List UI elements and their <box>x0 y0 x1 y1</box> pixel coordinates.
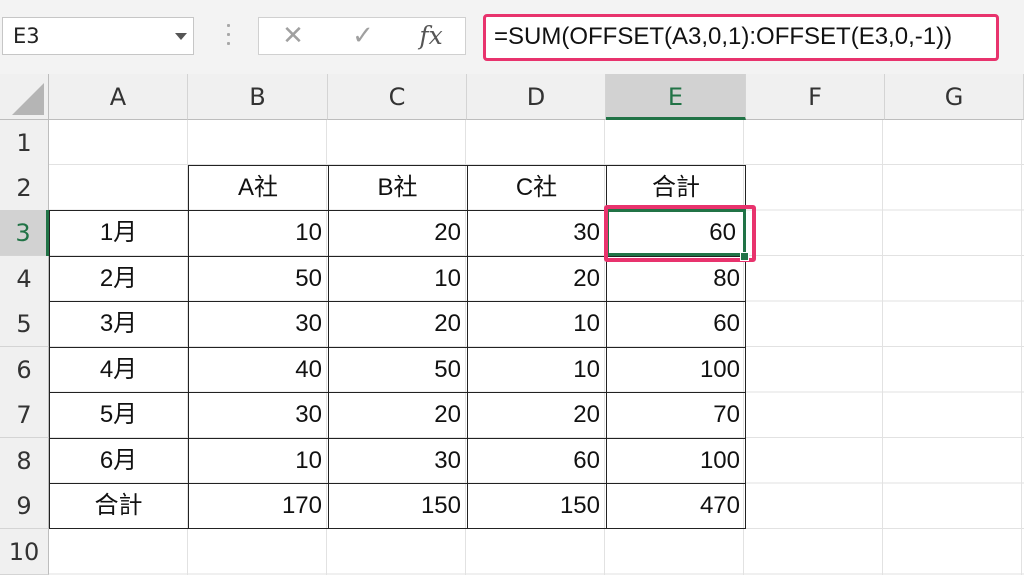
cell-c8[interactable]: 30 <box>328 438 467 483</box>
row-header-7[interactable]: 7 <box>0 392 49 438</box>
cell-c7[interactable]: 20 <box>328 392 467 437</box>
drag-handle-icon[interactable] <box>227 24 231 48</box>
row-header-3[interactable]: 3 <box>0 210 49 256</box>
cell-a8[interactable]: 6月 <box>49 438 188 483</box>
formula-text: =SUM(OFFSET(A3,0,1):OFFSET(E3,0,-1)) <box>494 23 953 50</box>
cell-d9[interactable]: 150 <box>467 483 606 528</box>
cell-c5[interactable]: 20 <box>328 301 467 346</box>
cell-c6[interactable]: 50 <box>328 347 467 392</box>
cell-e7[interactable]: 70 <box>606 392 746 437</box>
cell-e5[interactable]: 60 <box>606 301 746 346</box>
row-header-9[interactable]: 9 <box>0 483 49 529</box>
cell-d3[interactable]: 30 <box>467 210 606 255</box>
select-all-button[interactable] <box>0 74 49 120</box>
formula-buttons: ✕ ✓ fx <box>258 17 466 55</box>
cell-e2[interactable]: 合計 <box>606 165 746 210</box>
cell-d6[interactable]: 10 <box>467 347 606 392</box>
cell-b4[interactable]: 50 <box>188 256 328 301</box>
column-header-f[interactable]: F <box>746 74 885 120</box>
row-header-1[interactable]: 1 <box>0 120 49 166</box>
cell-a6[interactable]: 4月 <box>49 347 188 392</box>
row-header-5[interactable]: 5 <box>0 301 49 347</box>
column-header-g[interactable]: G <box>885 74 1024 120</box>
row-header-10[interactable]: 10 <box>0 529 49 575</box>
cell-b6[interactable]: 40 <box>188 347 328 392</box>
row-header-6[interactable]: 6 <box>0 347 49 393</box>
cell-d8[interactable]: 60 <box>467 438 606 483</box>
formula-input[interactable]: =SUM(OFFSET(A3,0,1):OFFSET(E3,0,-1)) <box>483 14 999 61</box>
cancel-icon[interactable]: ✕ <box>273 21 313 51</box>
cell-c3[interactable]: 20 <box>328 210 467 255</box>
enter-icon[interactable]: ✓ <box>343 21 383 51</box>
cell-c4[interactable]: 10 <box>328 256 467 301</box>
column-header-c[interactable]: C <box>328 74 467 120</box>
cell-b7[interactable]: 30 <box>188 392 328 437</box>
highlight-box <box>604 205 756 262</box>
cell-a3[interactable]: 1月 <box>49 210 188 255</box>
column-header-e[interactable]: E <box>606 74 746 120</box>
cell-d5[interactable]: 10 <box>467 301 606 346</box>
cell-b5[interactable]: 30 <box>188 301 328 346</box>
insert-function-button[interactable]: fx <box>411 21 451 51</box>
cell-a7[interactable]: 5月 <box>49 392 188 437</box>
cell-a5[interactable]: 3月 <box>49 301 188 346</box>
row-selection-indicator <box>46 210 49 256</box>
column-header-a[interactable]: A <box>49 74 188 120</box>
row-header-8[interactable]: 8 <box>0 438 49 484</box>
name-box-value: E3 <box>13 24 40 48</box>
cell-c9[interactable]: 150 <box>328 483 467 528</box>
formula-bar-area: E3 ✕ ✓ fx =SUM(OFFSET(A3,0,1):OFFSET(E3,… <box>0 0 1024 80</box>
name-box[interactable]: E3 <box>2 17 194 55</box>
cell-b3[interactable]: 10 <box>188 210 328 255</box>
cell-d4[interactable]: 20 <box>467 256 606 301</box>
column-header-d[interactable]: D <box>467 74 606 120</box>
cell-b9[interactable]: 170 <box>188 483 328 528</box>
chevron-down-icon[interactable] <box>175 33 187 40</box>
cell-a4[interactable]: 2月 <box>49 256 188 301</box>
cell-b8[interactable]: 10 <box>188 438 328 483</box>
cell-b2[interactable]: A社 <box>188 165 328 210</box>
cell-e6[interactable]: 100 <box>606 347 746 392</box>
fill-handle[interactable] <box>740 252 749 261</box>
row-header-2[interactable]: 2 <box>0 165 49 211</box>
row-header-4[interactable]: 4 <box>0 256 49 302</box>
cell-e9[interactable]: 470 <box>606 483 746 528</box>
cell-e4[interactable]: 80 <box>606 256 746 301</box>
cell-d2[interactable]: C社 <box>467 165 606 210</box>
cell-e8[interactable]: 100 <box>606 438 746 483</box>
cell-c2[interactable]: B社 <box>328 165 467 210</box>
cell-a9[interactable]: 合計 <box>49 483 188 528</box>
cell-d7[interactable]: 20 <box>467 392 606 437</box>
column-header-b[interactable]: B <box>188 74 328 120</box>
